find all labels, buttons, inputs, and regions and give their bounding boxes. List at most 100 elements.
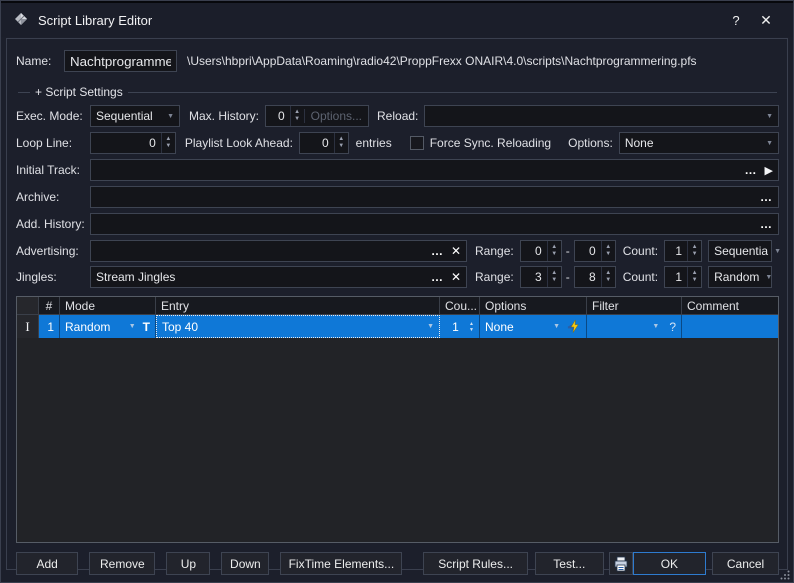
advertising-range-to[interactable]: 0 ▲ ▼ (574, 240, 616, 262)
test-button[interactable]: Test... (535, 552, 604, 575)
spin-down-icon[interactable]: ▼ (162, 143, 175, 150)
play-icon[interactable]: ▶ (765, 164, 773, 177)
column-header-options[interactable]: Options (480, 297, 587, 314)
advertising-count-spin[interactable]: 1 ▲ ▼ (664, 240, 702, 262)
spin-up-icon[interactable]: ▲ (602, 244, 615, 251)
entry-cell-editor[interactable]: Top 40 ▼ (156, 315, 440, 338)
spin-down-icon[interactable]: ▼ (548, 277, 561, 284)
spin-down-icon[interactable]: ▼ (602, 277, 615, 284)
edit-cursor-icon: I (25, 319, 29, 335)
spin-down-icon[interactable]: ▼ (602, 251, 615, 258)
down-button[interactable]: Down (221, 552, 269, 575)
clear-icon[interactable]: ✕ (451, 244, 461, 258)
script-rules-button[interactable]: Script Rules... (423, 552, 528, 575)
entry-value: Top 40 (162, 320, 198, 334)
spin-down-icon[interactable]: ▼ (548, 251, 561, 258)
jingles-mode-combo[interactable]: Random ▼ (708, 266, 772, 288)
column-header-filter[interactable]: Filter (587, 297, 682, 314)
help-icon[interactable]: ? (721, 8, 751, 32)
exec-mode-combo[interactable]: Sequential ▼ (90, 105, 180, 127)
jingles-field[interactable]: Stream Jingles … ✕ (90, 266, 467, 288)
filter-cell[interactable]: ▼ ? (587, 315, 682, 338)
spin-up-icon[interactable]: ▲ (548, 270, 561, 277)
column-header-entry[interactable]: Entry (156, 297, 440, 314)
filter-help-icon[interactable]: ? (669, 320, 676, 334)
browse-ellipsis-icon[interactable]: … (760, 192, 773, 202)
range-from-spinner[interactable]: ▲ ▼ (547, 267, 561, 287)
script-library-icon (13, 12, 29, 28)
spin-up-icon[interactable]: ▲ (335, 136, 348, 143)
advertising-range-from[interactable]: 0 ▲ ▼ (520, 240, 562, 262)
column-header-number[interactable]: # (39, 297, 60, 314)
spin-up-icon[interactable]: ▲ (688, 244, 701, 251)
chevron-down-icon[interactable]: ▼ (129, 323, 136, 330)
spin-up-icon[interactable]: ▲ (688, 270, 701, 277)
ok-button[interactable]: OK (633, 552, 706, 575)
reload-combo[interactable]: ▼ (424, 105, 779, 127)
jingles-range-to[interactable]: 8 ▲ ▼ (574, 266, 616, 288)
remove-button[interactable]: Remove (89, 552, 155, 575)
column-header-comment[interactable]: Comment (682, 297, 778, 314)
grid-empty-area[interactable] (17, 338, 778, 542)
options-cell[interactable]: None ▼ (480, 315, 587, 338)
spin-up-icon[interactable]: ▲ (602, 270, 615, 277)
archive-field[interactable]: … (90, 186, 779, 208)
advertising-mode-combo[interactable]: Sequentia ▼ (708, 240, 772, 262)
loop-line-spinner[interactable]: ▲ ▼ (161, 133, 175, 153)
add-history-field[interactable]: … (90, 213, 779, 235)
column-header-count[interactable]: Cou... (440, 297, 480, 314)
force-sync-checkbox[interactable] (410, 136, 424, 150)
browse-ellipsis-icon[interactable]: … (431, 272, 444, 282)
mode-cell[interactable]: Random ▼ T (60, 315, 156, 338)
look-ahead-spin[interactable]: 0 ▲ ▼ (299, 132, 349, 154)
browse-ellipsis-icon[interactable]: … (760, 219, 773, 229)
lightning-action-icon[interactable] (566, 319, 581, 334)
count-spinner[interactable]: ▲ ▼ (687, 241, 701, 261)
spin-up-icon[interactable]: ▲ (291, 109, 304, 116)
browse-ellipsis-icon[interactable]: … (431, 246, 444, 256)
print-button[interactable] (609, 552, 633, 575)
name-input[interactable] (64, 50, 177, 72)
spin-up-icon[interactable]: ▲ (548, 244, 561, 251)
count-spinner[interactable]: ▲ ▼ (687, 267, 701, 287)
loop-line-spin[interactable]: 0 ▲ ▼ (90, 132, 176, 154)
range-from-spinner[interactable]: ▲ ▼ (547, 241, 561, 261)
spin-up-icon[interactable]: ▲ (162, 136, 175, 143)
force-sync-label[interactable]: Force Sync. Reloading (430, 136, 551, 150)
advertising-field[interactable]: … ✕ (90, 240, 467, 262)
clear-icon[interactable]: ✕ (451, 270, 461, 284)
chevron-down-icon[interactable]: ▼ (652, 323, 659, 330)
chevron-down-icon[interactable]: ▼ (553, 323, 560, 330)
range-from-value: 3 (526, 270, 547, 284)
options-combo[interactable]: None ▼ (619, 132, 779, 154)
look-ahead-spinner[interactable]: ▲ ▼ (334, 133, 348, 153)
mode-value: Random (65, 320, 110, 334)
chevron-down-icon[interactable]: ▼ (427, 323, 434, 330)
script-settings-legend[interactable]: + Script Settings (30, 85, 128, 99)
spin-down-icon[interactable]: ▼ (335, 143, 348, 150)
jingles-range-from[interactable]: 3 ▲ ▼ (520, 266, 562, 288)
up-button[interactable]: Up (166, 552, 210, 575)
comment-cell[interactable] (682, 315, 778, 338)
column-header-mode[interactable]: Mode (60, 297, 156, 314)
max-history-value[interactable]: 0 (271, 109, 290, 123)
look-ahead-value: 0 (305, 136, 334, 150)
jingles-count-spin[interactable]: 1 ▲ ▼ (664, 266, 702, 288)
resize-grip[interactable] (780, 570, 790, 580)
table-row[interactable]: I 1 Random ▼ T Top 40 ▼ 1 ▲ ▼ (17, 315, 778, 338)
close-icon[interactable]: ✕ (751, 8, 781, 32)
range-to-spinner[interactable]: ▲ ▼ (601, 267, 615, 287)
max-history-spinner[interactable]: ▲ ▼ (290, 106, 304, 126)
count-spinner[interactable]: ▲ ▼ (469, 321, 474, 333)
fixtime-elements-button[interactable]: FixTime Elements... (280, 552, 402, 575)
browse-ellipsis-icon[interactable]: … (745, 165, 758, 175)
initial-track-field[interactable]: … ▶ (90, 159, 779, 181)
spin-down-icon[interactable]: ▼ (688, 277, 701, 284)
spin-down-icon[interactable]: ▼ (469, 327, 474, 333)
count-cell[interactable]: 1 ▲ ▼ (440, 315, 480, 338)
spin-down-icon[interactable]: ▼ (291, 116, 304, 123)
spin-down-icon[interactable]: ▼ (688, 251, 701, 258)
cancel-button[interactable]: Cancel (712, 552, 779, 575)
add-button[interactable]: Add (16, 552, 78, 575)
range-to-spinner[interactable]: ▲ ▼ (601, 241, 615, 261)
